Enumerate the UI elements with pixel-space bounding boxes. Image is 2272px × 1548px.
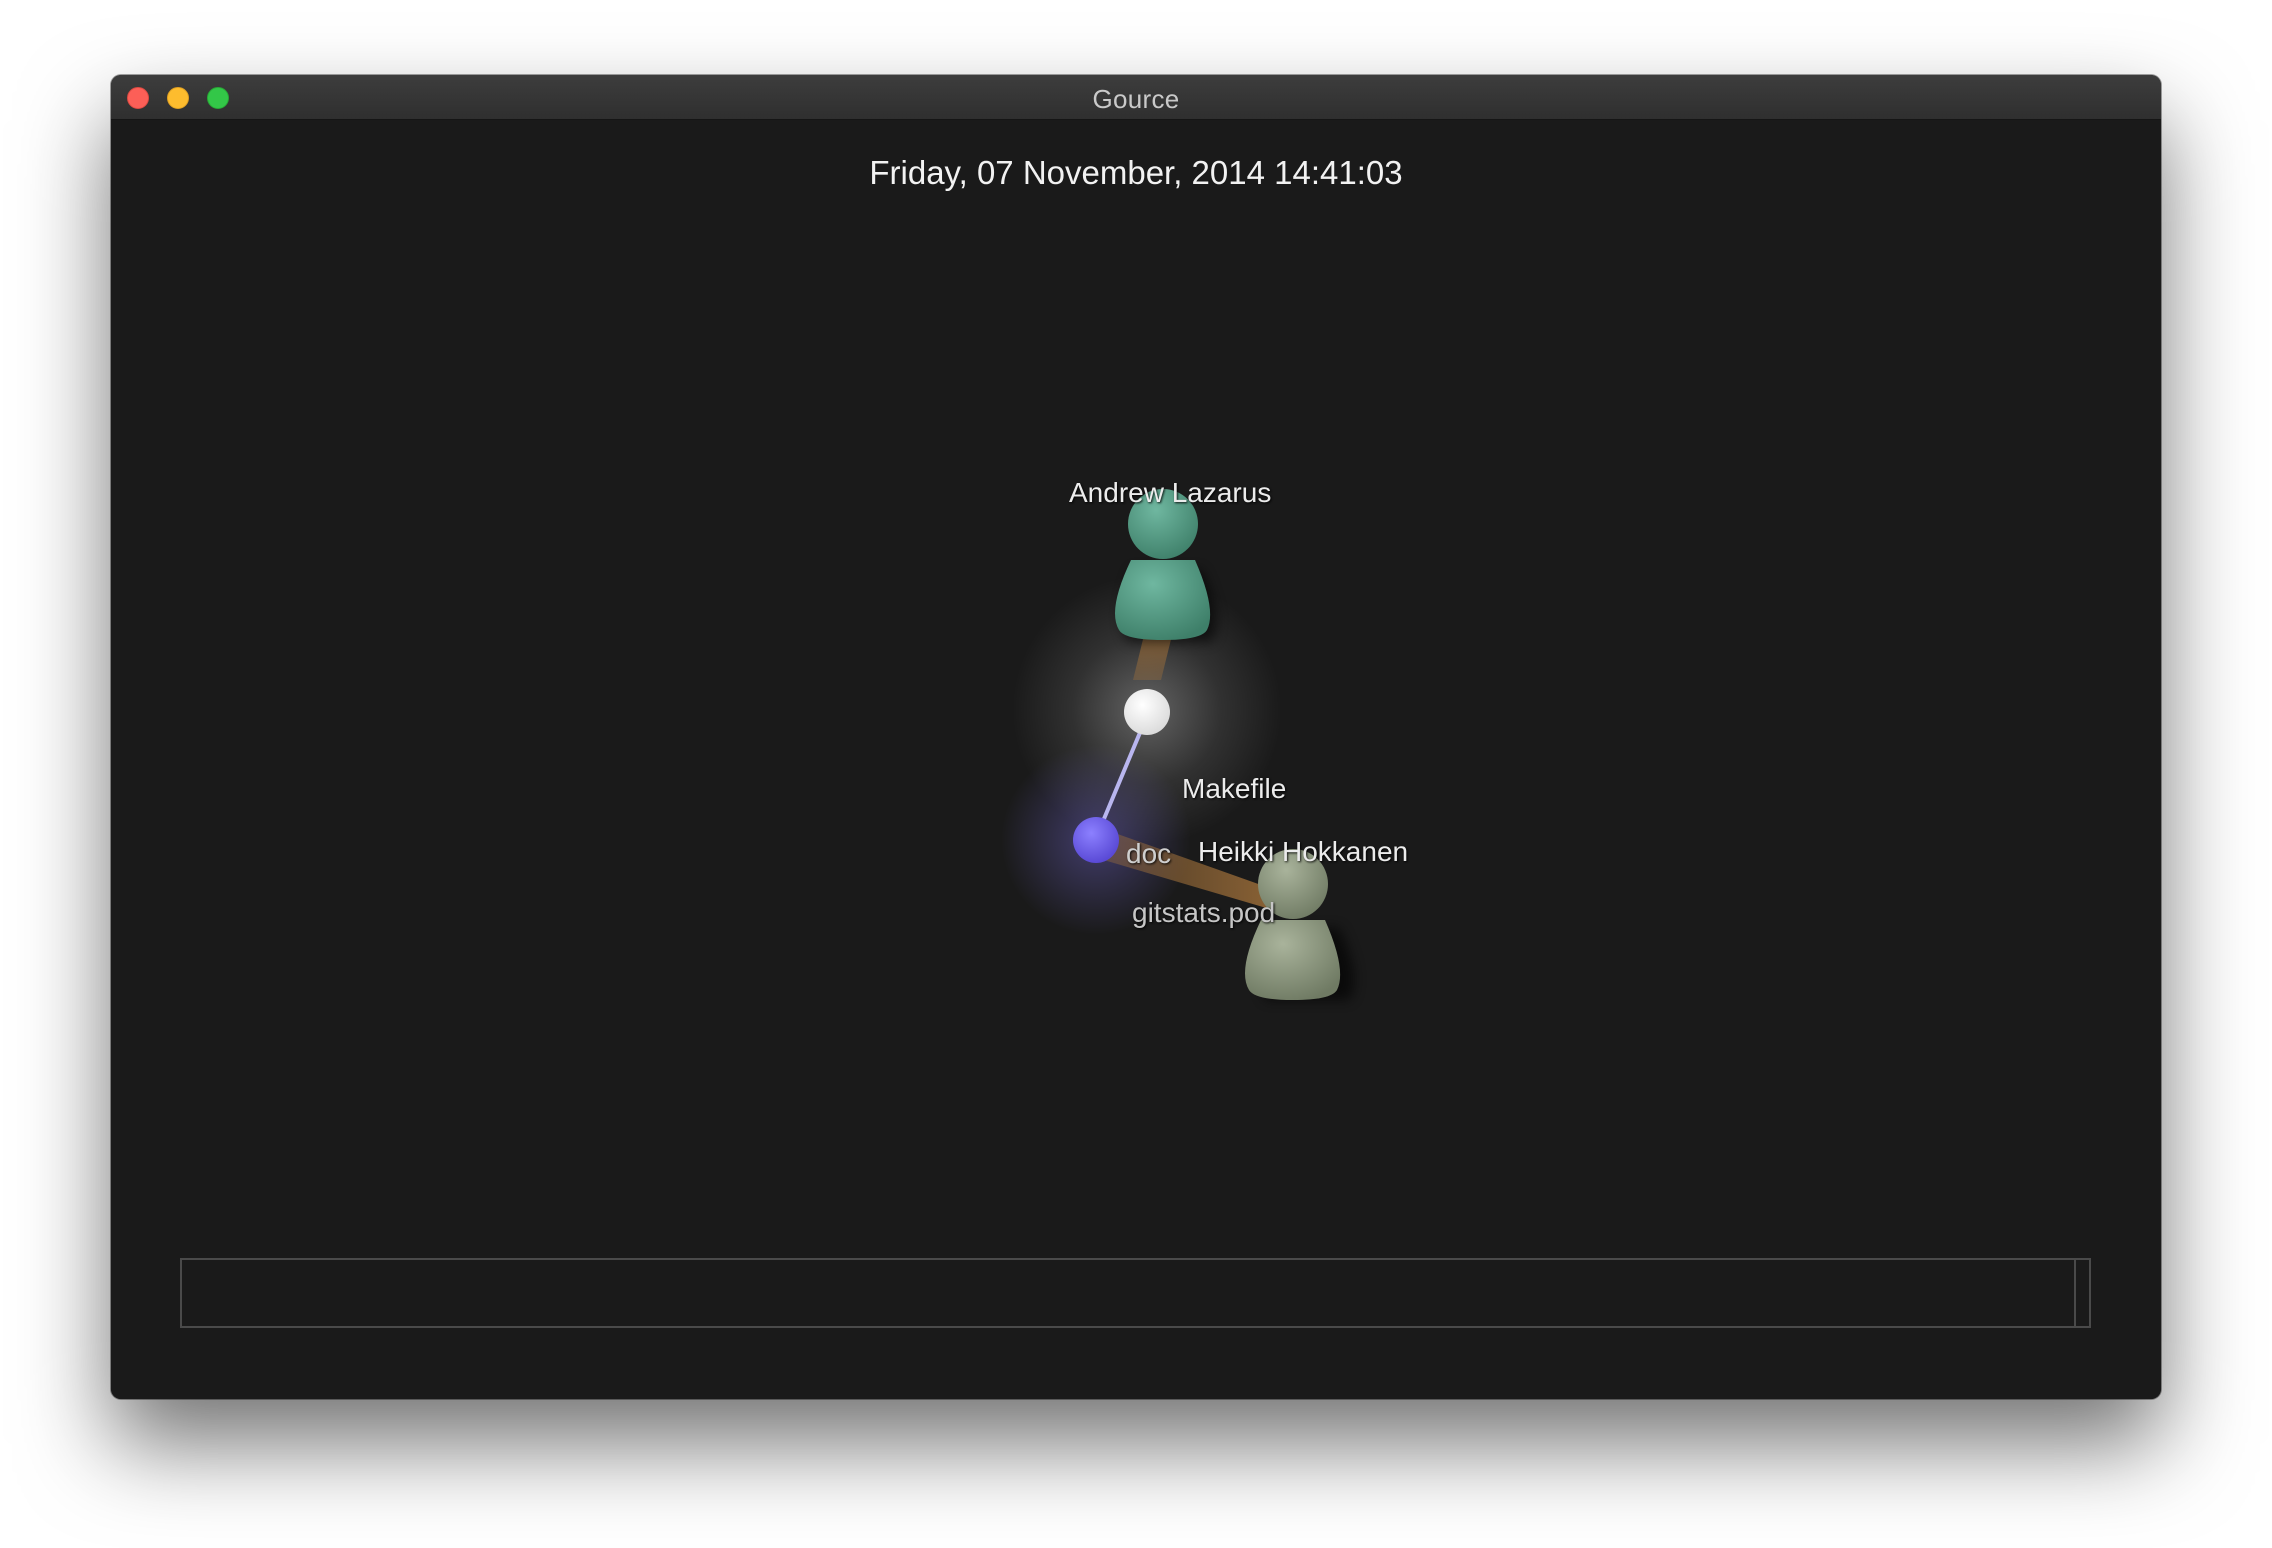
timeline-position-marker[interactable]: [2074, 1260, 2076, 1326]
gitstats-pod-node[interactable]: [1073, 817, 1119, 863]
directory-label-doc: doc: [1126, 838, 1172, 869]
file-label-gitstats-pod: gitstats.pod: [1132, 897, 1276, 928]
file-label-makefile: Makefile: [1182, 773, 1287, 804]
timeline-bar[interactable]: [180, 1258, 2091, 1328]
repository-graph: [1001, 489, 1355, 1000]
visualization-canvas[interactable]: Friday, 07 November, 2014 14:41:03 Andre…: [111, 120, 2161, 1399]
user-avatar-andrew-lazarus[interactable]: [1115, 489, 1217, 642]
user-label-andrew-lazarus: Andrew Lazarus: [1069, 477, 1272, 508]
title-bar[interactable]: Gource: [111, 75, 2161, 120]
makefile-node[interactable]: [1124, 689, 1170, 735]
gource-window: Gource Friday, 07 November, 2014 14:41:0…: [111, 75, 2161, 1399]
user-label-heikki-hokkanen: Heikki Hokkanen: [1198, 836, 1409, 867]
window-title: Gource: [1092, 84, 1180, 114]
